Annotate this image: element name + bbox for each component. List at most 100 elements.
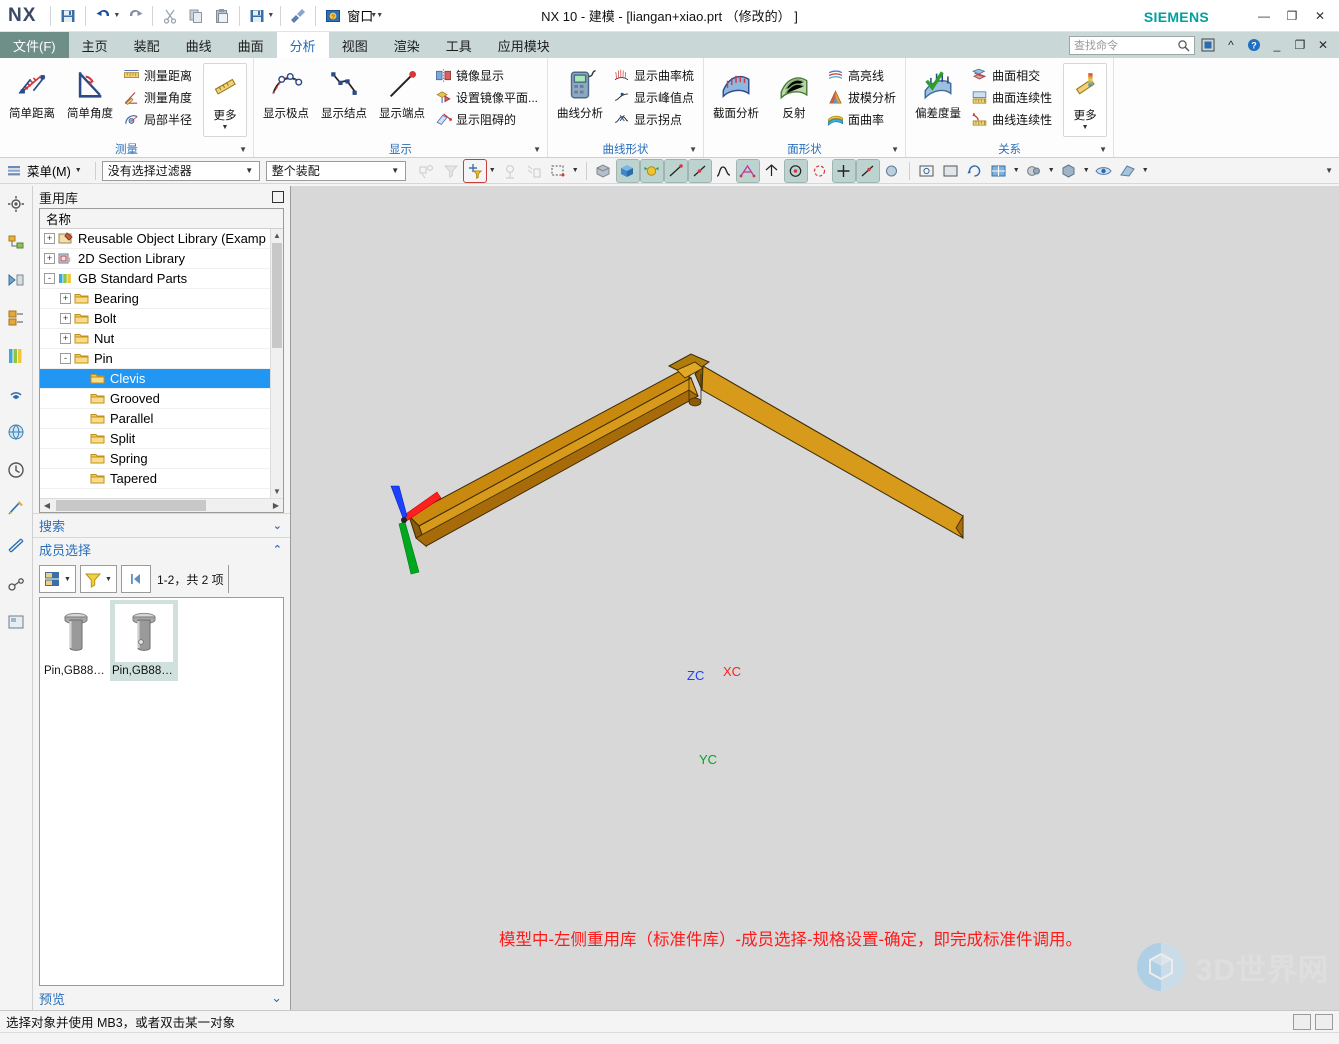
tree-node[interactable]: Parallel: [40, 409, 270, 429]
zoom-window-icon[interactable]: [940, 160, 962, 182]
rail-hd3d-icon[interactable]: [3, 382, 29, 406]
expand-icon[interactable]: +: [60, 313, 71, 324]
cut-icon[interactable]: [157, 3, 183, 29]
highlight-lines-button[interactable]: 高亮线: [824, 64, 901, 86]
chevron-down-icon[interactable]: ▼: [113, 12, 120, 19]
tree-horizontal-scrollbar[interactable]: ◀ ▶: [40, 498, 283, 512]
selection-scope-combo[interactable]: 整个装配 ▼: [265, 160, 406, 181]
dialog-launcher-icon[interactable]: ▼: [891, 145, 899, 154]
line-midpoint-icon[interactable]: [687, 158, 712, 183]
orient-view-icon[interactable]: [639, 158, 664, 183]
shaded-with-edges-icon[interactable]: [615, 158, 640, 183]
preview-section-header[interactable]: 预览 ⌄: [33, 986, 290, 1010]
snap-point-filter-icon[interactable]: [462, 158, 487, 183]
face-curvature-button[interactable]: 面曲率: [824, 108, 901, 130]
tree-node[interactable]: Tapered: [40, 469, 270, 489]
deviation-gauge-button[interactable]: 偏差度量: [910, 61, 966, 121]
render-style-icon[interactable]: [1023, 160, 1045, 182]
display-mode-icon[interactable]: [988, 160, 1010, 182]
status-window-icon[interactable]: [1315, 1014, 1333, 1030]
tree-node[interactable]: + Reusable Object Library (Examp: [40, 229, 270, 249]
tree-node[interactable]: + Nut: [40, 329, 270, 349]
simple-angle-button[interactable]: 简单角度: [62, 61, 118, 121]
dialog-launcher-icon[interactable]: ▼: [533, 145, 541, 154]
doc-close-icon[interactable]: ✕: [1313, 35, 1333, 55]
simple-distance-button[interactable]: 简单距离: [4, 61, 60, 121]
rail-part-navigator-icon[interactable]: [3, 306, 29, 330]
tree-node[interactable]: + I 2D Section Library: [40, 249, 270, 269]
ribbon-tab-7[interactable]: 渲染: [381, 32, 433, 58]
rotate-view-icon[interactable]: [964, 160, 986, 182]
rail-motion-icon[interactable]: [3, 572, 29, 596]
ribbon-tab-3[interactable]: 曲线: [173, 32, 225, 58]
dialog-launcher-icon[interactable]: ▼: [689, 145, 697, 154]
minimize-button[interactable]: —: [1251, 6, 1277, 26]
expand-icon[interactable]: +: [44, 233, 55, 244]
redo-icon[interactable]: [122, 3, 148, 29]
ribbon-tab-2[interactable]: 装配: [121, 32, 173, 58]
section-analysis-button[interactable]: 截面分析: [708, 61, 764, 121]
expand-icon[interactable]: +: [44, 253, 55, 264]
restore-ribbon-icon[interactable]: [1198, 35, 1218, 55]
reflection-button[interactable]: 反射: [766, 61, 822, 121]
spline-icon[interactable]: [713, 160, 735, 182]
intersection-point-icon[interactable]: [735, 158, 760, 183]
maximize-button[interactable]: ❐: [1279, 6, 1305, 26]
visibility-icon[interactable]: [1093, 160, 1115, 182]
copy-icon[interactable]: [183, 3, 209, 29]
rail-web-browser-icon[interactable]: [3, 420, 29, 444]
paint-icon[interactable]: [285, 3, 311, 29]
surface-intersect-button[interactable]: 曲面相交: [968, 64, 1057, 86]
collapse-ribbon-icon[interactable]: ^: [1221, 35, 1241, 55]
curve-continuity-button[interactable]: 曲线连续性: [968, 108, 1057, 130]
view-mode-button[interactable]: ▼: [39, 565, 76, 593]
chevron-down-icon[interactable]: ▼: [104, 576, 113, 583]
surface-continuity-button[interactable]: 曲面连续性: [968, 86, 1057, 108]
member-thumbnail[interactable]: Pin,GB882...: [42, 600, 110, 681]
overflow-icon[interactable]: ▼: [376, 12, 383, 19]
save-icon[interactable]: [55, 3, 81, 29]
chevron-down-icon[interactable]: ▼: [571, 167, 580, 174]
ribbon-tab-0[interactable]: 文件(F): [0, 32, 69, 58]
tree-node[interactable]: Spring: [40, 449, 270, 469]
shaded-view-icon[interactable]: [593, 160, 615, 182]
dialog-launcher-icon[interactable]: ▼: [1099, 145, 1107, 154]
snap-center-icon[interactable]: [499, 160, 521, 182]
menu-button[interactable]: 菜单(M) ▼: [4, 159, 89, 182]
select-assembly-icon[interactable]: [416, 160, 438, 182]
ribbon-tab-6[interactable]: 视图: [329, 32, 381, 58]
scroll-thumb[interactable]: [272, 243, 282, 348]
scroll-up-icon[interactable]: ▲: [271, 229, 283, 242]
window-icon[interactable]: ?: [320, 3, 346, 29]
paste-icon[interactable]: [209, 3, 235, 29]
tree-node[interactable]: + Bolt: [40, 309, 270, 329]
ribbon-more-button[interactable]: 更多 ▼: [203, 63, 248, 137]
show-poles-button[interactable]: 显示极点: [258, 61, 314, 121]
dialog-launcher-icon[interactable]: ▼: [239, 145, 247, 154]
scroll-down-icon[interactable]: ▼: [271, 485, 283, 498]
search-section-header[interactable]: 搜索 ⌄: [33, 513, 290, 537]
peak-points-button[interactable]: 显示峰值点: [610, 86, 699, 108]
chevron-down-icon[interactable]: ▼: [1047, 167, 1056, 174]
rail-history-icon[interactable]: [3, 458, 29, 482]
scroll-right-icon[interactable]: ▶: [269, 501, 283, 510]
collapse-icon[interactable]: -: [44, 273, 55, 284]
line-endpoint-icon[interactable]: [663, 158, 688, 183]
toolbar-overflow-icon[interactable]: ▼: [1325, 166, 1333, 175]
collapse-icon[interactable]: -: [60, 353, 71, 364]
member-filter-button[interactable]: ▼: [80, 565, 117, 593]
tree-node[interactable]: Grooved: [40, 389, 270, 409]
point-on-curve-icon[interactable]: [855, 158, 880, 183]
chevron-down-icon[interactable]: ▼: [1141, 167, 1150, 174]
rail-measure-icon[interactable]: [3, 534, 29, 558]
tree-node[interactable]: - GB Standard Parts: [40, 269, 270, 289]
existing-point-icon[interactable]: [831, 158, 856, 183]
member-select-section-header[interactable]: 成员选择 ⌃: [33, 537, 290, 561]
filter-none-icon[interactable]: [440, 160, 462, 182]
command-search-input[interactable]: 查找命令: [1069, 35, 1195, 55]
ribbon-more-button[interactable]: 更多 ▼: [1063, 63, 1108, 137]
status-snapshot-icon[interactable]: [1293, 1014, 1311, 1030]
close-button[interactable]: ✕: [1307, 6, 1333, 26]
component-filter-icon[interactable]: [523, 160, 545, 182]
draft-analysis-button[interactable]: 拔模分析: [824, 86, 901, 108]
